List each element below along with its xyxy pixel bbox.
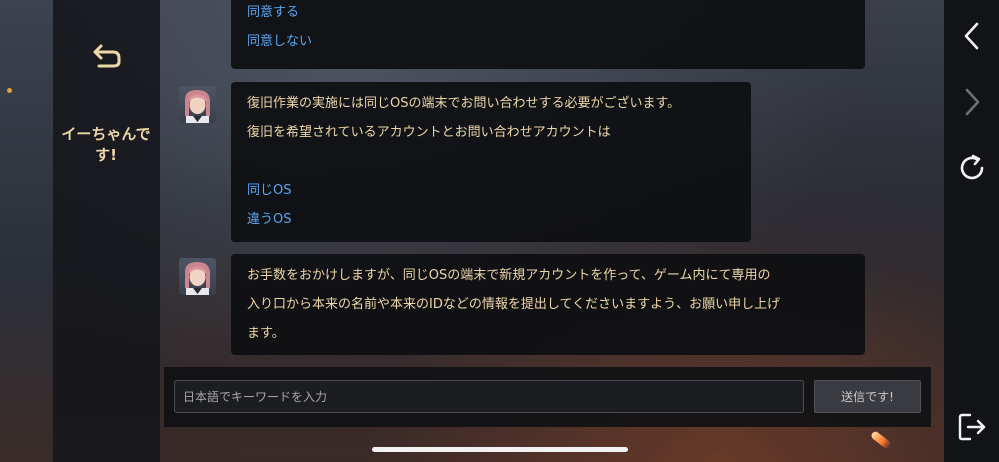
choice-agree[interactable]: 同意する (247, 0, 849, 27)
message-bubble-3: お手数をおかけしますが、同じOSの端末で新規アカウントを作って、ゲーム内にて専用… (231, 254, 865, 355)
game-screen: イーちゃんです! 同意する 同意しない 復旧作業の実施には同じOSの端末でお問い… (0, 0, 999, 462)
message-line: 入り口から本来の名前や本来のIDなどの情報を提出してくださいますよう、お願い申し… (247, 297, 781, 312)
left-edge-background (0, 0, 53, 462)
choice-same-os[interactable]: 同じOS (247, 176, 735, 205)
exit-button[interactable] (952, 407, 992, 447)
message-line: 復旧作業の実施には同じOSの端末でお問い合わせする必要がございます。 (247, 96, 681, 111)
message-line: ます。 (247, 326, 285, 341)
npc-avatar-image (185, 262, 210, 295)
prev-button[interactable] (952, 16, 992, 56)
back-button[interactable] (88, 34, 128, 74)
keyword-input[interactable] (174, 380, 804, 413)
reload-icon (960, 154, 984, 180)
message-bubble-2: 復旧作業の実施には同じOSの端末でお問い合わせする必要がございます。 復旧を希望… (231, 82, 751, 242)
choice-different-os[interactable]: 違うOS (247, 205, 735, 234)
npc-avatar-image (185, 90, 210, 123)
next-button[interactable] (952, 82, 992, 122)
npc-avatar (179, 258, 216, 295)
choice-disagree[interactable]: 同意しない (247, 27, 849, 56)
chevron-left-icon (964, 22, 979, 50)
message-bubble-1: 同意する 同意しない (231, 0, 865, 69)
back-arrow-icon (93, 44, 121, 68)
message-line: お手数をおかけしますが、同じOSの端末で新規アカウントを作って、ゲーム内にて専用… (247, 268, 771, 283)
message-line: 復旧を希望されているアカウントとお問い合わせアカウントは (247, 125, 611, 140)
ember-effect (869, 430, 893, 450)
npc-avatar (179, 86, 216, 123)
reload-button[interactable] (952, 148, 992, 188)
message-line-blank (247, 147, 735, 176)
indicator-dot (7, 88, 12, 93)
right-control-panel (944, 0, 999, 462)
home-indicator[interactable] (372, 447, 628, 452)
send-button[interactable]: 送信です! (814, 380, 921, 413)
chevron-right-icon (965, 88, 980, 116)
npc-name: イーちゃんです! (61, 125, 151, 164)
exit-icon (958, 413, 986, 441)
